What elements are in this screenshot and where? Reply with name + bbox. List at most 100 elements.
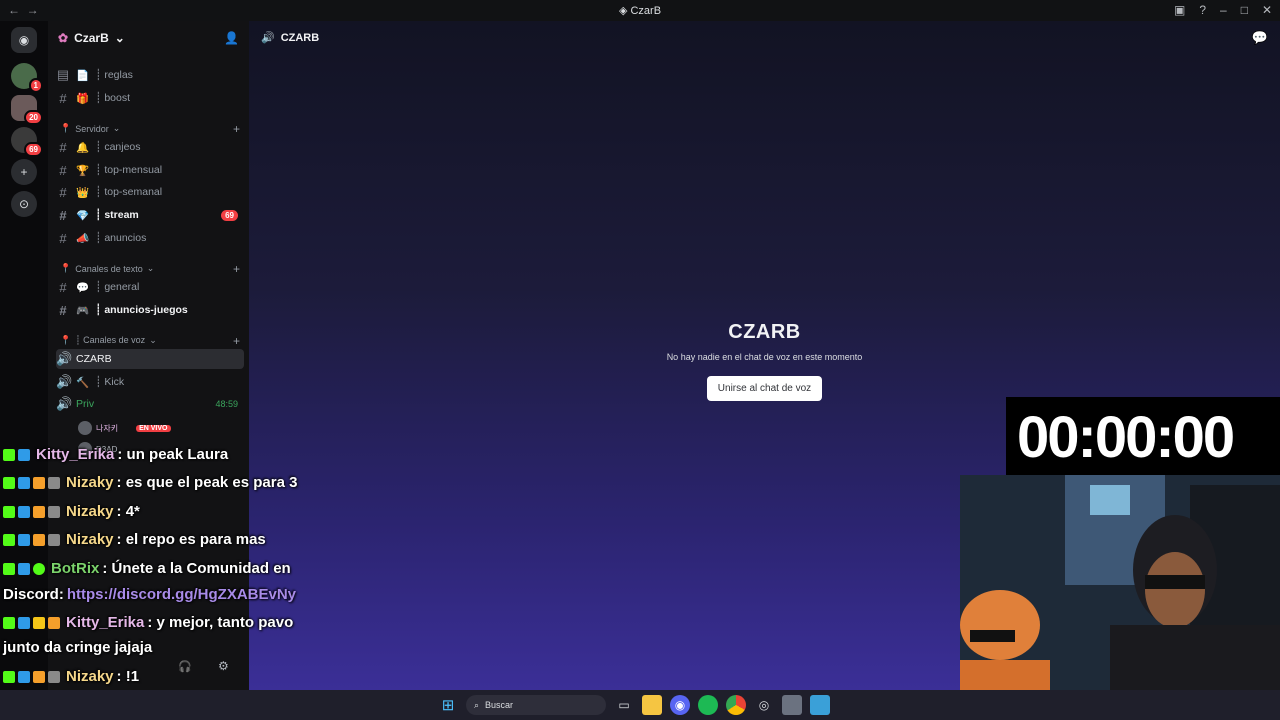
channel-reglas[interactable]: ▤ 📄 ┊ reglas (56, 65, 244, 85)
add-channel-icon[interactable]: + (233, 122, 240, 136)
chat-username: Nizaky (66, 531, 114, 548)
server-badge: 1 (28, 78, 43, 93)
server-icon-1[interactable]: 1 (11, 63, 43, 93)
chrome-icon[interactable] (726, 695, 746, 715)
chat-message-continuation: junto da cringe jajaja (3, 639, 152, 656)
pin-icon: 📍 (60, 263, 72, 273)
verified-badge-icon (33, 562, 45, 575)
server-badge: 20 (24, 110, 43, 125)
platform-badge-icon (18, 505, 30, 518)
channel-boost[interactable]: # 🎁 ┊ boost (56, 88, 244, 108)
kick-badge-icon (3, 616, 15, 629)
webcam-image (960, 475, 1280, 720)
channel-header-title: CZARB (280, 31, 320, 44)
channel-stream[interactable]: # 💎 ┊ stream 69 (56, 205, 244, 225)
category-canales-voz[interactable]: 📍 ┊ Canales de voz ⌄ + (60, 334, 240, 348)
speaker-icon: 🔊 (56, 351, 73, 366)
app-icon[interactable]: ◎ (754, 695, 774, 715)
category-canales-texto[interactable]: 📍 Canales de texto ⌄ + (60, 262, 240, 276)
taskbar-search[interactable]: ⌕ Buscar (466, 695, 606, 715)
headset-icon[interactable]: 🎧 (178, 660, 192, 673)
category-label: Canales de texto (75, 263, 143, 274)
server-icon-3[interactable]: 69 (11, 127, 43, 157)
channel-label: ┊ reglas (95, 69, 133, 81)
discord-small-icon: ◈ (618, 5, 628, 17)
add-channel-icon[interactable]: + (233, 334, 240, 348)
chat-bubble-icon[interactable]: 💬 (1252, 30, 1268, 46)
join-voice-button[interactable]: Unirse al chat de voz (706, 376, 823, 401)
voice-channel-czarb[interactable]: 🔊 CZARB (56, 349, 244, 369)
chevron-down-icon: ⌄ (114, 31, 125, 45)
channel-anuncios[interactable]: # 📣 ┊ anuncios (56, 228, 244, 248)
guild-icon: ✿ (58, 31, 69, 45)
channel-general[interactable]: # 💬 ┊ general (56, 277, 244, 297)
sub-badge-icon (33, 476, 45, 489)
add-member-icon[interactable]: 👤 (224, 31, 239, 45)
minimize-button[interactable]: – (1220, 3, 1227, 17)
chat-username: Nizaky (66, 474, 114, 491)
chat-text: : y mejor, tanto pavo (147, 614, 294, 631)
platform-badge-icon (18, 562, 30, 575)
close-button[interactable]: ✕ (1262, 3, 1272, 17)
hash-icon: # (59, 139, 67, 155)
chat-link[interactable]: https://discord.gg/HgZXABEvNy (67, 586, 296, 603)
channel-emoji: 🎮 (76, 304, 90, 317)
channel-label: ┊ stream (95, 209, 139, 221)
chat-username: Nizaky (66, 503, 114, 520)
help-icon[interactable]: ? (1199, 3, 1206, 17)
speaker-icon: 🔊 (56, 374, 73, 389)
channel-top-mensual[interactable]: # 🏆 ┊ top-mensual (56, 160, 244, 180)
voice-channel-priv[interactable]: 🔊 Priv 48:59 (56, 394, 244, 414)
voice-channel-kick[interactable]: 🔊 🔨 ┊ Kick (56, 372, 244, 392)
chat-text: junto da cringe jajaja (3, 639, 153, 656)
channel-canjeos[interactable]: # 🔔 ┊ canjeos (56, 137, 244, 157)
platform-badge-icon (18, 533, 30, 546)
webcam-overlay (960, 475, 1280, 720)
discord-taskbar-icon[interactable]: ◉ (670, 695, 690, 715)
avatar-badge-icon (48, 533, 60, 546)
maximize-button[interactable]: □ (1241, 3, 1248, 17)
chat-text: Discord: (3, 586, 64, 603)
spotify-icon[interactable] (698, 695, 718, 715)
calculator-icon[interactable] (782, 695, 802, 715)
server-icon-2[interactable]: 20 (11, 95, 43, 125)
add-server-icon[interactable]: + (11, 159, 37, 185)
hash-icon: # (59, 184, 67, 200)
windows-start-icon[interactable]: ⊞ (438, 695, 458, 715)
voice-user[interactable]: 나자키 EN VIVO (78, 421, 171, 435)
channel-anuncios-juegos[interactable]: # 🎮 ┊ anuncios-juegos (56, 300, 244, 320)
chat-username: BotRix (51, 560, 100, 577)
chat-username: Kitty_Erika (66, 614, 145, 631)
kick-badge-icon (3, 670, 15, 683)
channel-emoji: 🏆 (76, 164, 90, 177)
notepad-icon[interactable] (810, 695, 830, 715)
channel-emoji: 📣 (76, 232, 90, 245)
kick-badge-icon (3, 562, 15, 575)
avatar-badge-icon (48, 670, 60, 683)
settings-gear-icon[interactable]: ⚙ (218, 659, 229, 673)
sub-badge-icon (33, 670, 45, 683)
sub-badge-icon (33, 533, 45, 546)
kick-badge-icon (3, 476, 15, 489)
discord-home-icon[interactable]: ◉ (11, 27, 37, 53)
task-view-icon[interactable]: ▭ (614, 695, 634, 715)
search-icon: ⌕ (474, 699, 480, 710)
kick-badge-icon (3, 505, 15, 518)
file-explorer-icon[interactable] (642, 695, 662, 715)
hash-icon: # (59, 230, 67, 246)
channel-emoji: 🎁 (76, 92, 90, 105)
channel-label: ┊ Kick (95, 376, 125, 388)
add-channel-icon[interactable]: + (233, 262, 240, 276)
chat-username: Kitty_Erika (36, 446, 115, 463)
channel-top-semanal[interactable]: # 👑 ┊ top-semanal (56, 182, 244, 202)
category-servidor[interactable]: 📍 Servidor ⌄ + (60, 122, 240, 136)
chat-text: : un peak Laura (117, 446, 229, 463)
pin-icon: 📍 (60, 335, 72, 345)
alert-badge-icon (33, 616, 45, 629)
guild-header[interactable]: ✿ CzarB ⌄ 👤 (48, 21, 249, 55)
windows-taskbar: ⊞ ⌕ Buscar ▭ ◉ ◎ (0, 690, 1280, 720)
chevron-down-icon: ⌄ (149, 335, 157, 345)
explore-icon[interactable]: ⊙ (11, 191, 37, 217)
inbox-icon[interactable]: ▣ (1174, 3, 1185, 17)
channel-label: ┊ anuncios (95, 232, 147, 244)
